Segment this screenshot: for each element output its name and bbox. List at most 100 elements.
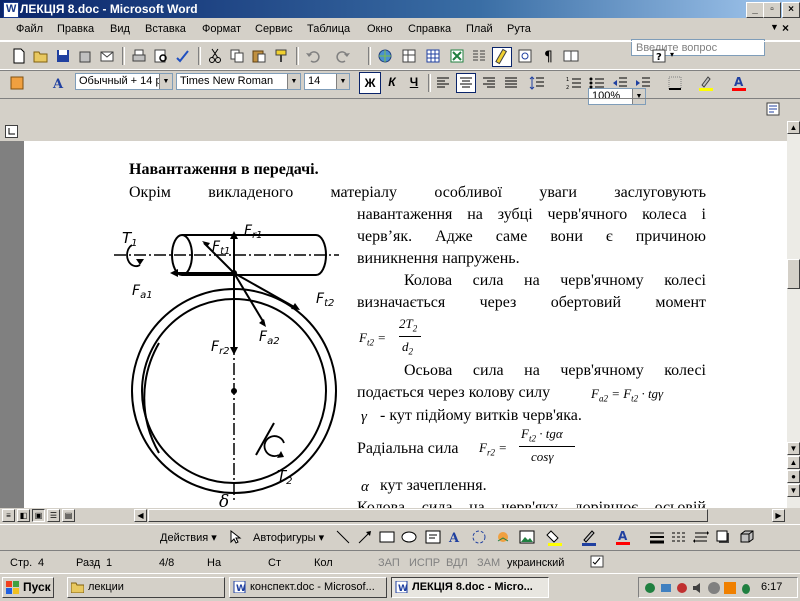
status-extend[interactable]: ВДЛ [446, 557, 468, 569]
select-browse-object-icon[interactable]: ● [787, 470, 800, 483]
line-icon[interactable] [334, 528, 352, 546]
task-pane-icon[interactable] [764, 100, 782, 118]
new-document-icon[interactable] [10, 47, 28, 65]
print-icon[interactable] [130, 47, 148, 65]
paste-icon[interactable] [250, 47, 268, 65]
open-folder-icon[interactable] [32, 47, 50, 65]
menu-ruta[interactable]: Рута [507, 23, 531, 35]
tray-antivirus-icon[interactable] [707, 581, 721, 595]
arrow-icon[interactable] [356, 528, 374, 546]
task-lekciya-8-doc[interactable]: W ЛЕКЦІЯ 8.doc - Micro... [391, 577, 549, 598]
line-style-icon[interactable] [648, 528, 666, 546]
scroll-up-icon[interactable]: ▲ [787, 121, 800, 134]
toolbar-options-icon[interactable]: ▾ [670, 50, 674, 59]
task-folder-lectures[interactable]: лекции [67, 577, 225, 598]
diagram-icon[interactable] [470, 528, 488, 546]
minimize-button[interactable]: _ [746, 2, 764, 18]
bullets-icon[interactable] [588, 74, 606, 92]
tray-bug-icon[interactable] [739, 581, 753, 595]
normal-view-icon[interactable]: ≡ [2, 509, 15, 522]
status-record[interactable]: ЗАП [378, 557, 400, 569]
horizontal-scrollbar[interactable]: ≡ ◧ ▣ ☰ ▤ ◀ ▶ [0, 508, 800, 524]
fill-color-icon[interactable] [546, 528, 564, 546]
borders-icon[interactable] [666, 74, 684, 92]
menu-window[interactable]: Окно [367, 23, 393, 35]
align-right-icon[interactable] [480, 74, 498, 92]
document-map-icon[interactable] [516, 47, 534, 65]
format-painter-icon[interactable] [272, 47, 290, 65]
font-size-select[interactable]: 14 ▼ [304, 73, 350, 90]
italic-button[interactable]: К [382, 72, 402, 92]
scroll-left-icon[interactable]: ◀ [134, 509, 147, 522]
email-icon[interactable] [98, 47, 116, 65]
menu-plai[interactable]: Плай [466, 23, 493, 35]
scroll-down-icon[interactable]: ▼ [787, 442, 800, 455]
drawing-icon[interactable] [492, 47, 512, 67]
clock[interactable]: 6:17 [761, 581, 782, 593]
styles-formatting-icon[interactable] [8, 74, 26, 92]
menu-table[interactable]: Таблица [307, 23, 350, 35]
vertical-scrollbar[interactable]: ▲ ▼ ▲ ● ▼ [787, 121, 800, 509]
style-select[interactable]: Обычный + 14 р ▼ [75, 73, 173, 90]
font-select[interactable]: Times New Roman ▼ [176, 73, 301, 90]
read-icon[interactable] [562, 47, 580, 65]
print-preview-icon[interactable] [152, 47, 170, 65]
line-color-icon[interactable] [580, 528, 598, 546]
menu-insert[interactable]: Вставка [145, 23, 186, 35]
reading-view-icon[interactable]: ▤ [62, 509, 75, 522]
status-track-changes[interactable]: ИСПР [409, 557, 440, 569]
show-hide-icon[interactable]: ¶ [540, 47, 558, 65]
maximize-button[interactable]: ▫ [763, 2, 781, 18]
word-app-icon[interactable] [3, 2, 19, 18]
dash-style-icon[interactable] [670, 528, 688, 546]
numbering-icon[interactable]: 12 [565, 74, 583, 92]
insert-excel-icon[interactable] [448, 47, 466, 65]
doc-close-icon[interactable]: × [782, 21, 789, 35]
draw-font-color-icon[interactable]: A [614, 528, 632, 546]
tray-network-icon[interactable] [659, 581, 673, 595]
select-objects-icon[interactable] [226, 528, 244, 546]
web-view-icon[interactable]: ◧ [17, 509, 30, 522]
previous-page-icon[interactable]: ▲ [787, 456, 800, 469]
decrease-indent-icon[interactable] [611, 74, 629, 92]
wordart-icon[interactable]: A [446, 528, 464, 546]
permission-icon[interactable] [76, 47, 94, 65]
menu-edit[interactable]: Правка [57, 23, 94, 35]
close-button[interactable]: × [782, 2, 800, 18]
tab-selector-icon[interactable] [5, 125, 18, 138]
task-konspekt-doc[interactable]: W конспект.doc - Microsof... [229, 577, 387, 598]
hscroll-thumb[interactable] [148, 509, 708, 522]
align-center-icon[interactable] [456, 73, 476, 93]
line-spacing-icon[interactable] [528, 74, 546, 92]
copy-icon[interactable] [228, 47, 246, 65]
menu-help[interactable]: Справка [408, 23, 451, 35]
redo-icon[interactable] [334, 47, 352, 65]
actions-menu[interactable]: Действия ▾ [160, 531, 217, 544]
print-layout-icon[interactable]: ▣ [32, 509, 45, 522]
hyperlink-icon[interactable] [376, 47, 394, 65]
scroll-thumb[interactable] [787, 259, 800, 289]
font-color-icon[interactable]: A [730, 74, 748, 92]
tray-keyboard-icon[interactable] [723, 581, 737, 595]
menu-view[interactable]: Вид [110, 23, 130, 35]
start-button[interactable]: Пуск [2, 577, 54, 598]
menu-format[interactable]: Формат [202, 23, 241, 35]
help-box-dropdown-icon[interactable]: ▼ [770, 22, 779, 32]
tables-borders-icon[interactable] [400, 47, 418, 65]
increase-indent-icon[interactable] [634, 74, 652, 92]
highlight-icon[interactable] [697, 74, 715, 92]
align-left-icon[interactable] [434, 74, 452, 92]
style-pane-icon[interactable]: A [50, 74, 68, 92]
3d-style-icon[interactable] [738, 528, 756, 546]
tray-app-icon[interactable] [643, 581, 657, 595]
insert-picture-icon[interactable] [518, 528, 536, 546]
clip-art-icon[interactable] [494, 528, 512, 546]
justify-icon[interactable] [502, 74, 520, 92]
columns-icon[interactable] [470, 47, 488, 65]
bold-button[interactable]: Ж [359, 72, 381, 94]
shadow-style-icon[interactable] [714, 528, 732, 546]
menu-tools[interactable]: Сервис [255, 23, 293, 35]
document-page[interactable]: Навантаження в передачі. Окрім викладено… [24, 141, 787, 508]
cut-icon[interactable] [206, 47, 224, 65]
underline-button[interactable]: Ч [404, 72, 424, 92]
